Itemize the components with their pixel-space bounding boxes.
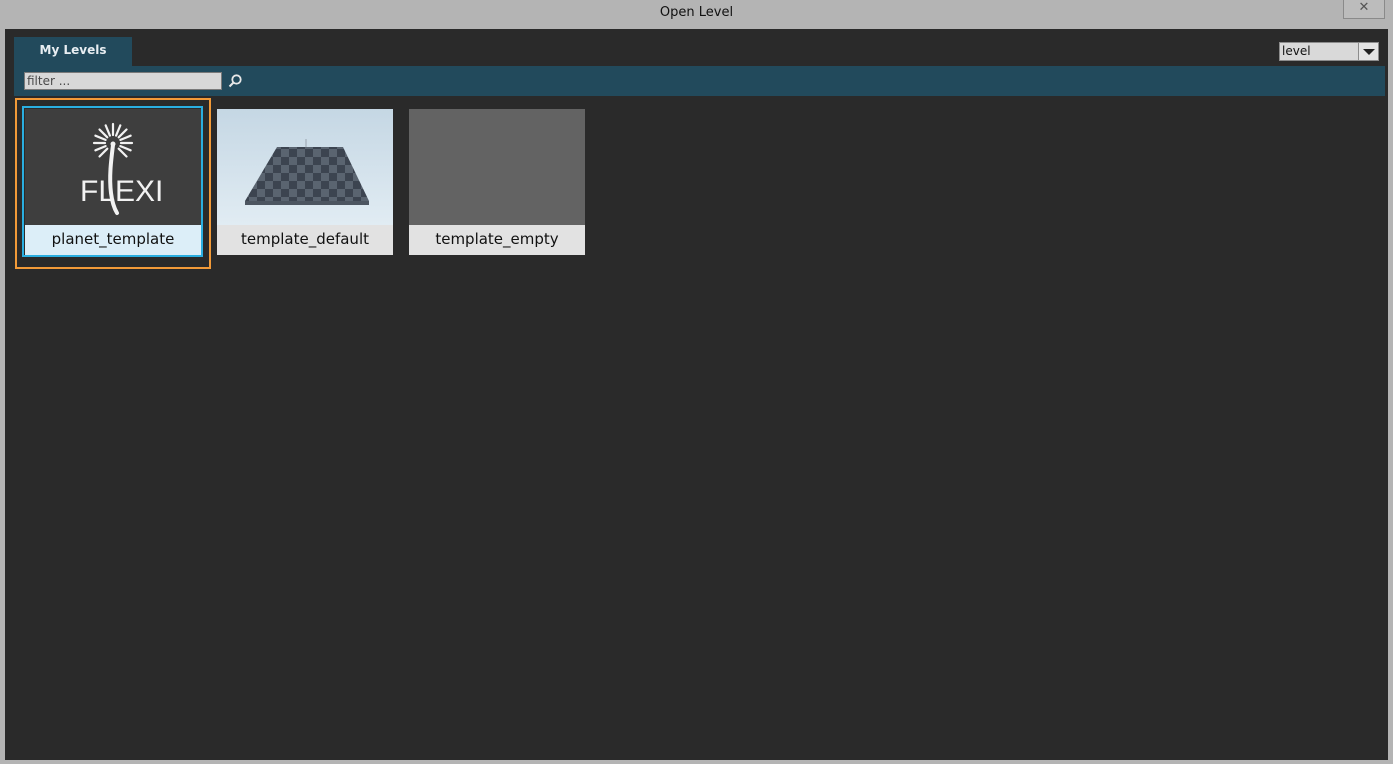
level-name: template_default: [217, 225, 393, 255]
level-card-planet-template[interactable]: FLEXI planet_template: [25, 109, 201, 255]
filter-bar: [14, 66, 1385, 96]
search-icon[interactable]: [227, 73, 243, 89]
title-bar: Open Level ✕: [0, 0, 1393, 26]
checkerboard-plane-icon: [245, 139, 369, 205]
tab-my-levels[interactable]: My Levels: [14, 37, 132, 66]
filter-input[interactable]: [24, 72, 222, 90]
open-level-dialog: Open Level ✕ My Levels level filter ... …: [0, 0, 1393, 764]
level-thumbnail: [217, 109, 393, 225]
flexi-logo-icon: FLEXI: [80, 122, 163, 215]
level-card-template-default[interactable]: template_default: [217, 109, 393, 255]
level-thumbnail: [409, 109, 585, 225]
chevron-down-icon: [1363, 49, 1375, 55]
level-type-value: level: [1282, 44, 1311, 58]
level-card-template-empty[interactable]: template_empty: [409, 109, 585, 255]
level-name: template_empty: [409, 225, 585, 255]
dropdown-button[interactable]: [1358, 43, 1378, 60]
close-button[interactable]: ✕: [1343, 0, 1385, 19]
level-name: planet_template: [25, 225, 201, 255]
level-thumbnail: FLEXI: [25, 109, 201, 225]
level-type-select[interactable]: level: [1279, 42, 1379, 61]
logo-text: FLEXI: [80, 175, 163, 208]
window-title: Open Level: [659, 5, 734, 20]
level-browser: My Levels level filter ... FLEXI planet_…: [5, 29, 1388, 760]
